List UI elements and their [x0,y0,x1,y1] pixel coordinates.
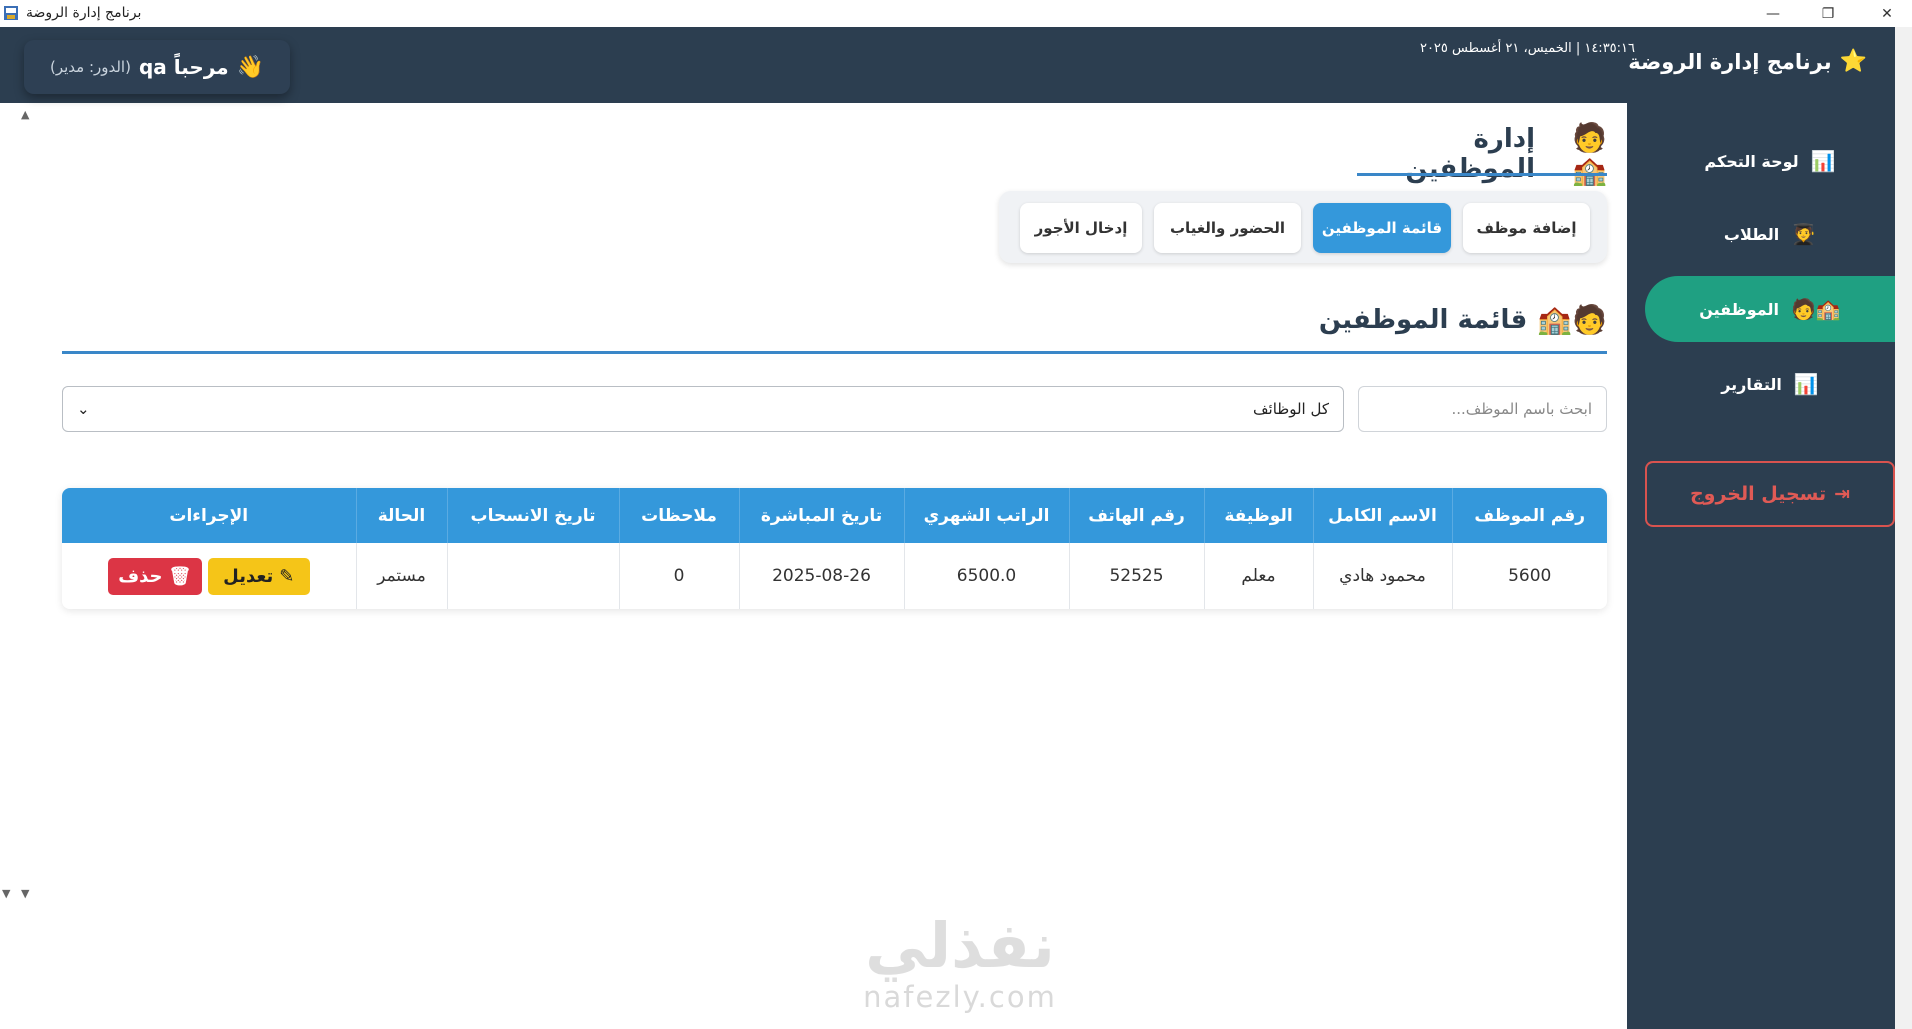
tab-employee-list[interactable]: قائمة الموظفين [1313,203,1451,253]
close-button[interactable]: ✕ [1862,0,1912,27]
table-row[interactable]: 5600 محمود هادي معلم 52525 6500.0 2025-0… [62,543,1607,609]
cell-phone: 52525 [1068,543,1204,609]
cell-actions: ✎ تعديل 🗑 حذف [62,543,356,609]
tab-add-employee[interactable]: إضافة موظف [1463,203,1590,253]
maximize-button[interactable]: ❐ [1803,0,1853,27]
sidebar-item-employees[interactable]: 🏫🧑 الموظفين [1645,276,1895,342]
title-bar: برنامج إدارة الروضة — ❐ ✕ [0,0,1912,27]
section-title: 🧑🏫 قائمة الموظفين [1319,303,1607,336]
cell-job: معلم [1203,543,1313,609]
brand: ⭐ برنامج إدارة الروضة [1628,49,1867,74]
brand-name: برنامج إدارة الروضة [1628,49,1832,74]
app-window: برنامج إدارة الروضة — ❐ ✕ ⭐ برنامج إدارة… [0,0,1912,1029]
cell-notes: 0 [618,543,739,609]
sidebar-item-label: لوحة التحكم [1704,151,1799,171]
scroll-down-icon[interactable]: ▼ [21,887,29,900]
column-header[interactable]: الحالة [355,488,447,543]
chart-icon: 📊 [1793,372,1819,396]
cell-status: مستمر [355,543,447,609]
tab-wages[interactable]: إدخال الأجور [1020,203,1142,253]
chevron-down-icon: ⌄ [77,400,90,418]
table-header-row: رقم الموظف الاسم الكامل الوظيفة رقم الها… [62,488,1607,543]
minimize-button[interactable]: — [1748,0,1798,27]
tab-attendance[interactable]: الحضور والغياب [1154,203,1301,253]
wave-icon: 👋 [236,54,265,80]
tabs-bar: إضافة موظف قائمة الموظفين الحضور والغياب… [999,191,1607,263]
sidebar-item-dashboard[interactable]: 📊 لوحة التحكم [1645,128,1895,194]
sidebar-item-students[interactable]: 🧑‍🎓 الطلاب [1645,201,1895,267]
pencil-icon: ✎ [279,565,295,587]
date-time: ١٤:٣٥:١٦ | الخميس، ٢١ أغسطس ٢٠٢٥ [1419,41,1635,56]
section-underline [62,351,1607,354]
column-header[interactable]: رقم الهاتف [1068,488,1204,543]
column-header[interactable]: تاريخ الانسحاب [446,488,619,543]
column-header[interactable]: الراتب الشهري [903,488,1069,543]
watermark: نفذلي nafezly.com [840,909,1080,1015]
sidebar-item-label: الموظفين [1699,299,1779,319]
trash-icon: 🗑 [168,565,192,587]
column-header[interactable]: تاريخ المباشرة [738,488,904,543]
logout-label: تسجيل الخروج [1689,483,1827,505]
welcome-badge: 👋 مرحباً qa (الدور: مدير) [24,40,290,94]
role-text: (الدور: مدير) [49,58,131,76]
cell-employee-id: 5600 [1451,543,1607,609]
edit-label: تعديل [223,565,274,587]
column-header[interactable]: الإجراءات [62,488,356,543]
window-scrollbar[interactable] [1895,27,1912,1029]
logout-button[interactable]: ⇥ تسجيل الخروج [1645,461,1895,527]
column-header[interactable]: الاسم الكامل [1312,488,1452,543]
edit-button[interactable]: ✎ تعديل [207,557,310,595]
sidebar: 📊 لوحة التحكم 🧑‍🎓 الطلاب 🏫🧑 الموظفين 📊 ا… [1627,103,1895,1029]
page-title: 🧑🏫 إدارة الموظفين [1357,121,1607,187]
watermark-arabic: نفذلي [865,909,1055,982]
greeting-text: مرحباً qa [138,55,229,79]
search-input[interactable] [1358,386,1607,432]
role-filter-value: كل الوظائف [1253,400,1329,418]
watermark-url: nafezly.com [863,980,1057,1014]
star-icon: ⭐ [1839,49,1867,74]
delete-label: حذف [118,565,163,587]
delete-button[interactable]: 🗑 حذف [107,557,202,595]
section-title-text: قائمة الموظفين [1318,304,1528,335]
window-title: برنامج إدارة الروضة [26,5,142,21]
column-header[interactable]: الوظيفة [1203,488,1313,543]
cell-salary: 6500.0 [903,543,1069,609]
sidebar-item-label: الطلاب [1723,224,1780,244]
school-icon: 🏫🧑 [1790,297,1841,321]
scroll-down-icon[interactable]: ▼ [2,887,10,900]
school-icon: 🧑🏫 [1537,303,1607,336]
employees-table: رقم الموظف الاسم الكامل الوظيفة رقم الها… [62,488,1607,609]
cell-withdraw-date [446,543,619,609]
logout-icon: ⇥ [1834,483,1851,505]
app-header: ⭐ برنامج إدارة الروضة ١٤:٣٥:١٦ | الخميس،… [0,27,1895,103]
column-header[interactable]: ملاحظات [618,488,739,543]
role-filter-select[interactable]: كل الوظائف ⌄ [62,386,1344,432]
column-header[interactable]: رقم الموظف [1451,488,1607,543]
title-underline [1357,173,1607,176]
app-icon [4,6,18,20]
scroll-up-icon[interactable]: ▲ [21,108,29,121]
sidebar-item-reports[interactable]: 📊 التقارير [1645,351,1895,417]
cell-start-date: 2025-08-26 [738,543,904,609]
sidebar-item-label: التقارير [1721,374,1782,394]
chart-icon: 📊 [1810,149,1836,173]
school-icon: 🧑🏫 [1572,121,1607,187]
student-icon: 🧑‍🎓 [1791,222,1817,246]
cell-full-name: محمود هادي [1312,543,1452,609]
